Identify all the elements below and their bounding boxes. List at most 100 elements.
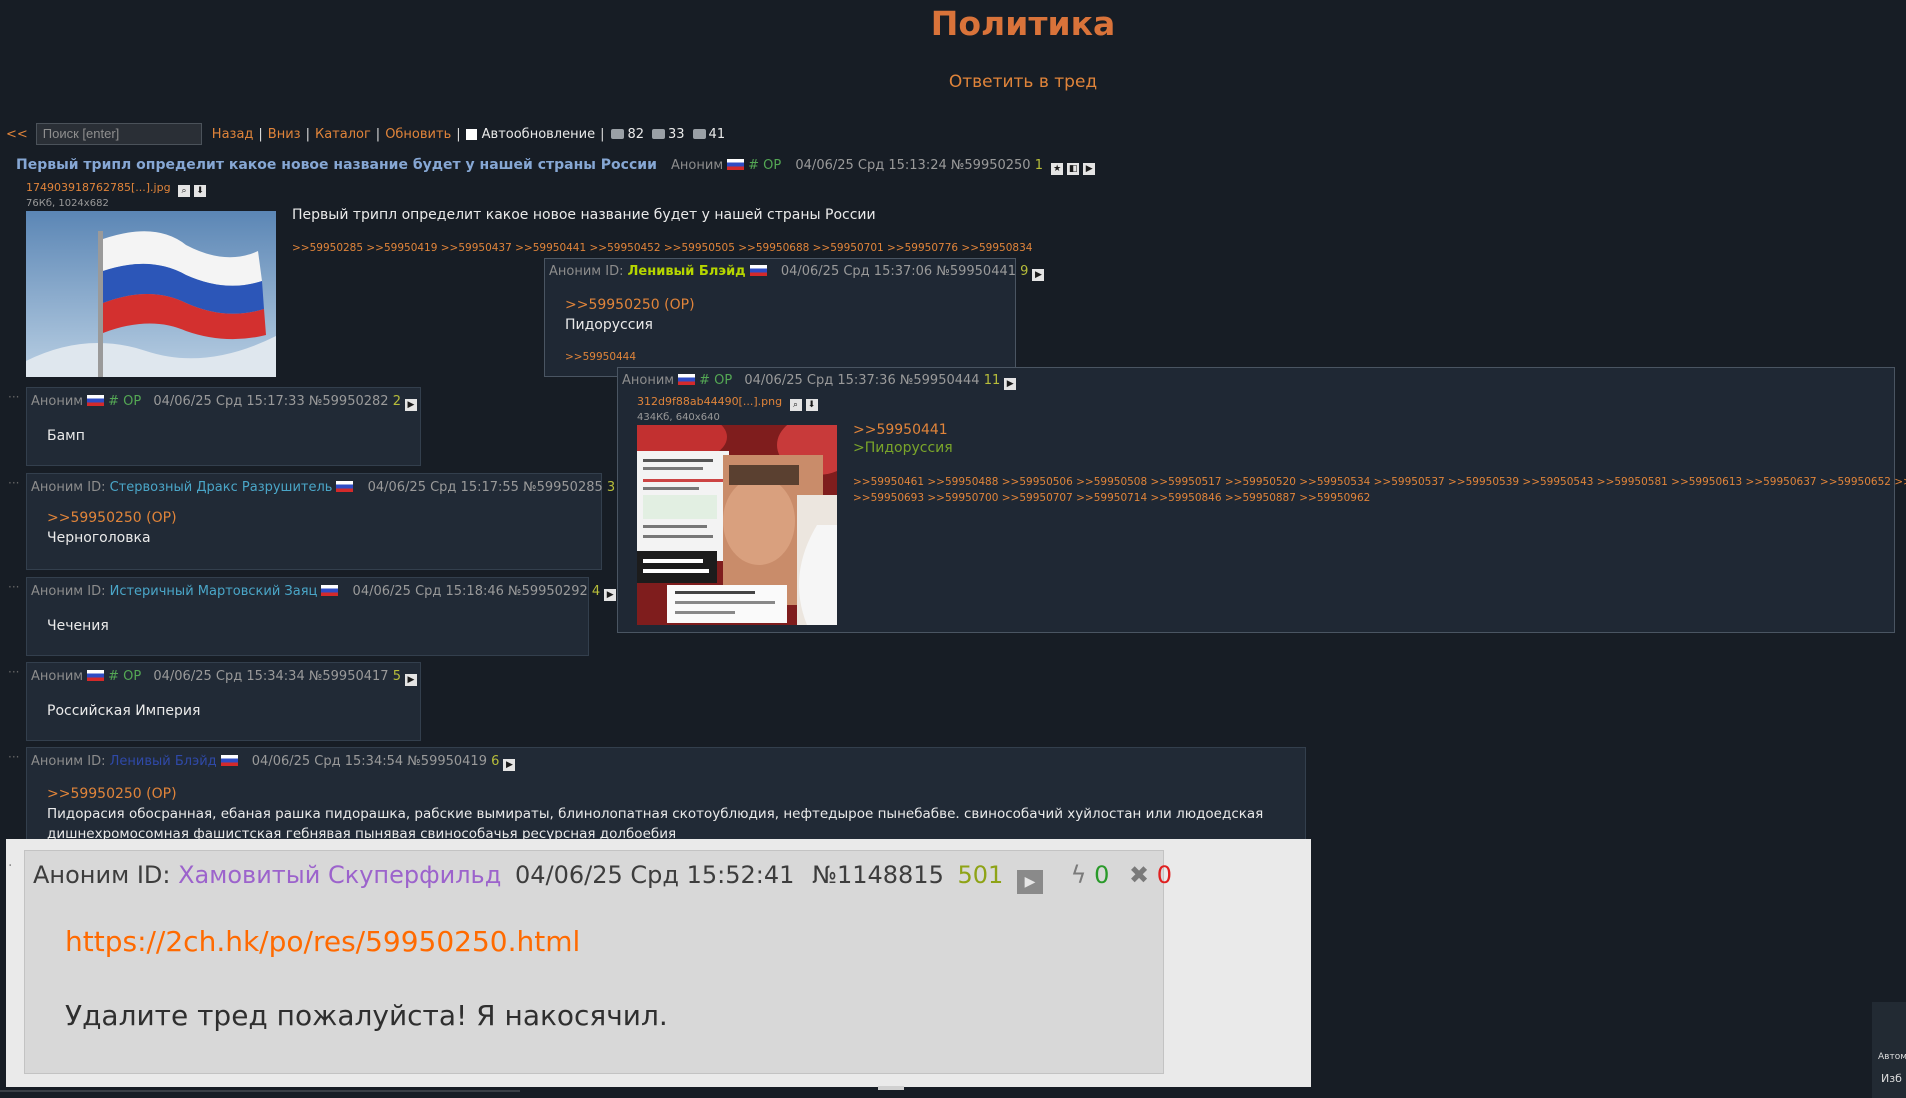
post-author: Аноним ID: <box>549 264 624 279</box>
post-datetime: 04/06/25 Срд 15:37:36 <box>744 373 896 388</box>
play-icon[interactable]: ▶ <box>1016 870 1043 894</box>
op-file-info: 174903918762785[...].jpg ⌕ ⬇ <box>26 181 207 197</box>
post-59950417: Аноним # OP 04/06/25 Срд 15:34:34 №599504… <box>26 662 421 741</box>
post-number[interactable]: №59950419 <box>407 754 487 769</box>
poster-id: Стервозный Дракс Разрушитель <box>109 480 333 495</box>
overlay-poster-id: Хамовитый Скуперфильд <box>178 861 502 889</box>
post-index: 2 <box>392 394 401 409</box>
nav-catalog-link[interactable]: Каталог <box>315 127 371 142</box>
post-menu-icon[interactable]: ▶ <box>404 674 417 686</box>
post-menu-icon[interactable]: ▶ <box>404 399 417 411</box>
post-marker: ··· <box>8 580 20 594</box>
op-index: 1 <box>1034 158 1044 173</box>
post-number[interactable]: №59950285 <box>523 480 603 495</box>
post-number[interactable]: №59950441 <box>936 264 1016 279</box>
russia-flag-icon <box>321 585 339 596</box>
popup-header: Аноним ID: Ленивый Блэйд 04/06/25 Срд 15… <box>549 264 1045 281</box>
post-datetime: 04/06/25 Срд 15:34:54 <box>251 754 404 769</box>
posts-count: 82 <box>627 126 644 142</box>
post-quote-link[interactable]: >>59950250 (OP) <box>47 510 177 526</box>
post-author: Аноним ID: <box>31 754 106 769</box>
post-header: Аноним ID: Ленивый Блэйд 04/06/25 Срд 15… <box>31 754 516 771</box>
hide-icon[interactable]: ◧ <box>1067 163 1080 175</box>
overlay-post-link[interactable]: https://2ch.hk/po/res/59950250.html <box>65 925 580 958</box>
post-menu-icon[interactable]: ▶ <box>1083 163 1096 175</box>
post-quote-link[interactable]: >>59950250 (OP) <box>565 297 695 313</box>
post-text: Российская Империя <box>47 703 201 719</box>
overlay-post-1148815: Аноним ID: Хамовитый Скуперфильд 04/06/2… <box>24 850 1172 1074</box>
post-datetime: 04/06/25 Срд 15:37:06 <box>780 264 933 279</box>
poster-id: Ленивый Блэйд <box>627 264 746 279</box>
likes-count: 0 <box>1094 861 1110 889</box>
post-marker: ··· <box>8 665 20 679</box>
russia-flag-icon <box>220 755 238 766</box>
post-index: 5 <box>392 669 401 684</box>
post-replies[interactable]: >>59950444 <box>565 349 636 365</box>
op-number[interactable]: №59950250 <box>951 158 1031 173</box>
nav-separator: | <box>456 126 461 142</box>
post-menu-icon[interactable]: ▶ <box>604 589 617 601</box>
post-59950419: Аноним ID: Ленивый Блэйд 04/06/25 Срд 15… <box>26 747 1306 843</box>
post-marker: ··· <box>8 476 20 490</box>
post-number[interactable]: №59950282 <box>309 394 389 409</box>
file-name[interactable]: 312d9f88ab44490[...].png <box>637 395 782 408</box>
post-quote-link[interactable]: >>59950250 (OP) <box>47 786 177 802</box>
post-number[interactable]: №59950417 <box>309 669 389 684</box>
popup-image-screenshot[interactable] <box>627 411 857 625</box>
post-replies-continued[interactable]: >>59950693 >>59950700 >>59950707 >>59950… <box>853 490 1370 506</box>
op-label: # OP <box>748 158 782 173</box>
search-input[interactable]: Поиск [enter] <box>35 123 202 145</box>
op-label: # OP <box>108 394 142 409</box>
post-text: Черноголовка <box>47 530 151 546</box>
nav-refresh-link[interactable]: Обновить <box>385 127 451 142</box>
search-image-icon[interactable]: ⌕ <box>178 185 191 197</box>
op-replies[interactable]: >>59950285 >>59950419 >>59950437 >>59950… <box>292 240 1032 256</box>
favorite-icon[interactable]: ★ <box>1051 163 1064 175</box>
russia-flag-icon <box>678 374 696 385</box>
back-arrows-link[interactable]: << <box>6 127 28 142</box>
files-count-icon <box>652 129 665 139</box>
thumbs-down-icon[interactable]: ✖ <box>1129 861 1149 889</box>
lightning-icon[interactable]: ϟ <box>1071 861 1087 889</box>
download-icon[interactable]: ⬇ <box>805 399 818 411</box>
post-menu-icon[interactable]: ▶ <box>1032 269 1045 281</box>
post-index: 11 <box>983 373 1001 388</box>
op-file-name[interactable]: 174903918762785[...].jpg <box>26 181 171 194</box>
download-icon[interactable]: ⬇ <box>194 185 207 197</box>
russia-flag-icon <box>336 481 354 492</box>
post-datetime: 04/06/25 Срд 15:17:55 <box>367 480 519 495</box>
op-label: # OP <box>699 373 733 388</box>
nav-separator: | <box>600 126 605 142</box>
popup-file-info: 312d9f88ab44490[...].png ⌕ ⬇ <box>637 395 818 411</box>
posts-count-icon <box>611 129 625 139</box>
post-marker: ··· <box>8 750 20 764</box>
search-image-icon[interactable]: ⌕ <box>789 399 802 411</box>
nav-bottom-link[interactable]: Вниз <box>268 127 301 142</box>
russia-flag-icon <box>87 395 105 406</box>
post-59950292: Аноним ID: Истеричный Мартовский Заяц 04… <box>26 577 617 656</box>
post-index: 3 <box>606 480 616 495</box>
post-author: Аноним <box>31 394 84 409</box>
scroll-handle[interactable] <box>878 1086 904 1090</box>
post-author: Аноним ID: <box>31 584 106 599</box>
nav-separator: | <box>375 126 381 142</box>
post-menu-icon[interactable]: ▶ <box>1004 378 1017 390</box>
russia-flag-icon <box>727 159 745 170</box>
post-number[interactable]: №59950292 <box>508 584 588 599</box>
op-text: Первый трипл определит какое новое назва… <box>292 207 876 223</box>
dislikes-count: 0 <box>1156 861 1173 889</box>
corner-widget[interactable]: Автом Изб <box>1872 1002 1906 1098</box>
post-quote-link[interactable]: >>59950441 <box>853 422 948 438</box>
post-menu-icon[interactable]: ▶ <box>503 759 516 771</box>
post-datetime: 04/06/25 Срд 15:17:33 <box>153 394 305 409</box>
nav-back-link[interactable]: Назад <box>212 127 254 142</box>
reply-thread-link[interactable]: Ответить в тред <box>0 72 1906 92</box>
post-number[interactable]: №59950444 <box>900 373 980 388</box>
overlay-post-number[interactable]: №1148815 <box>812 861 944 889</box>
post-59950282: Аноним # OP 04/06/25 Срд 15:17:33 №599502… <box>26 387 421 466</box>
autoupdate-checkbox[interactable] <box>465 128 477 140</box>
post-greentext: >Пидоруссия <box>853 440 953 456</box>
op-image-flag-photo[interactable] <box>26 211 276 377</box>
post-replies[interactable]: >>59950461 >>59950488 >>59950506 >>59950… <box>853 474 1906 490</box>
files-count: 33 <box>668 126 685 142</box>
